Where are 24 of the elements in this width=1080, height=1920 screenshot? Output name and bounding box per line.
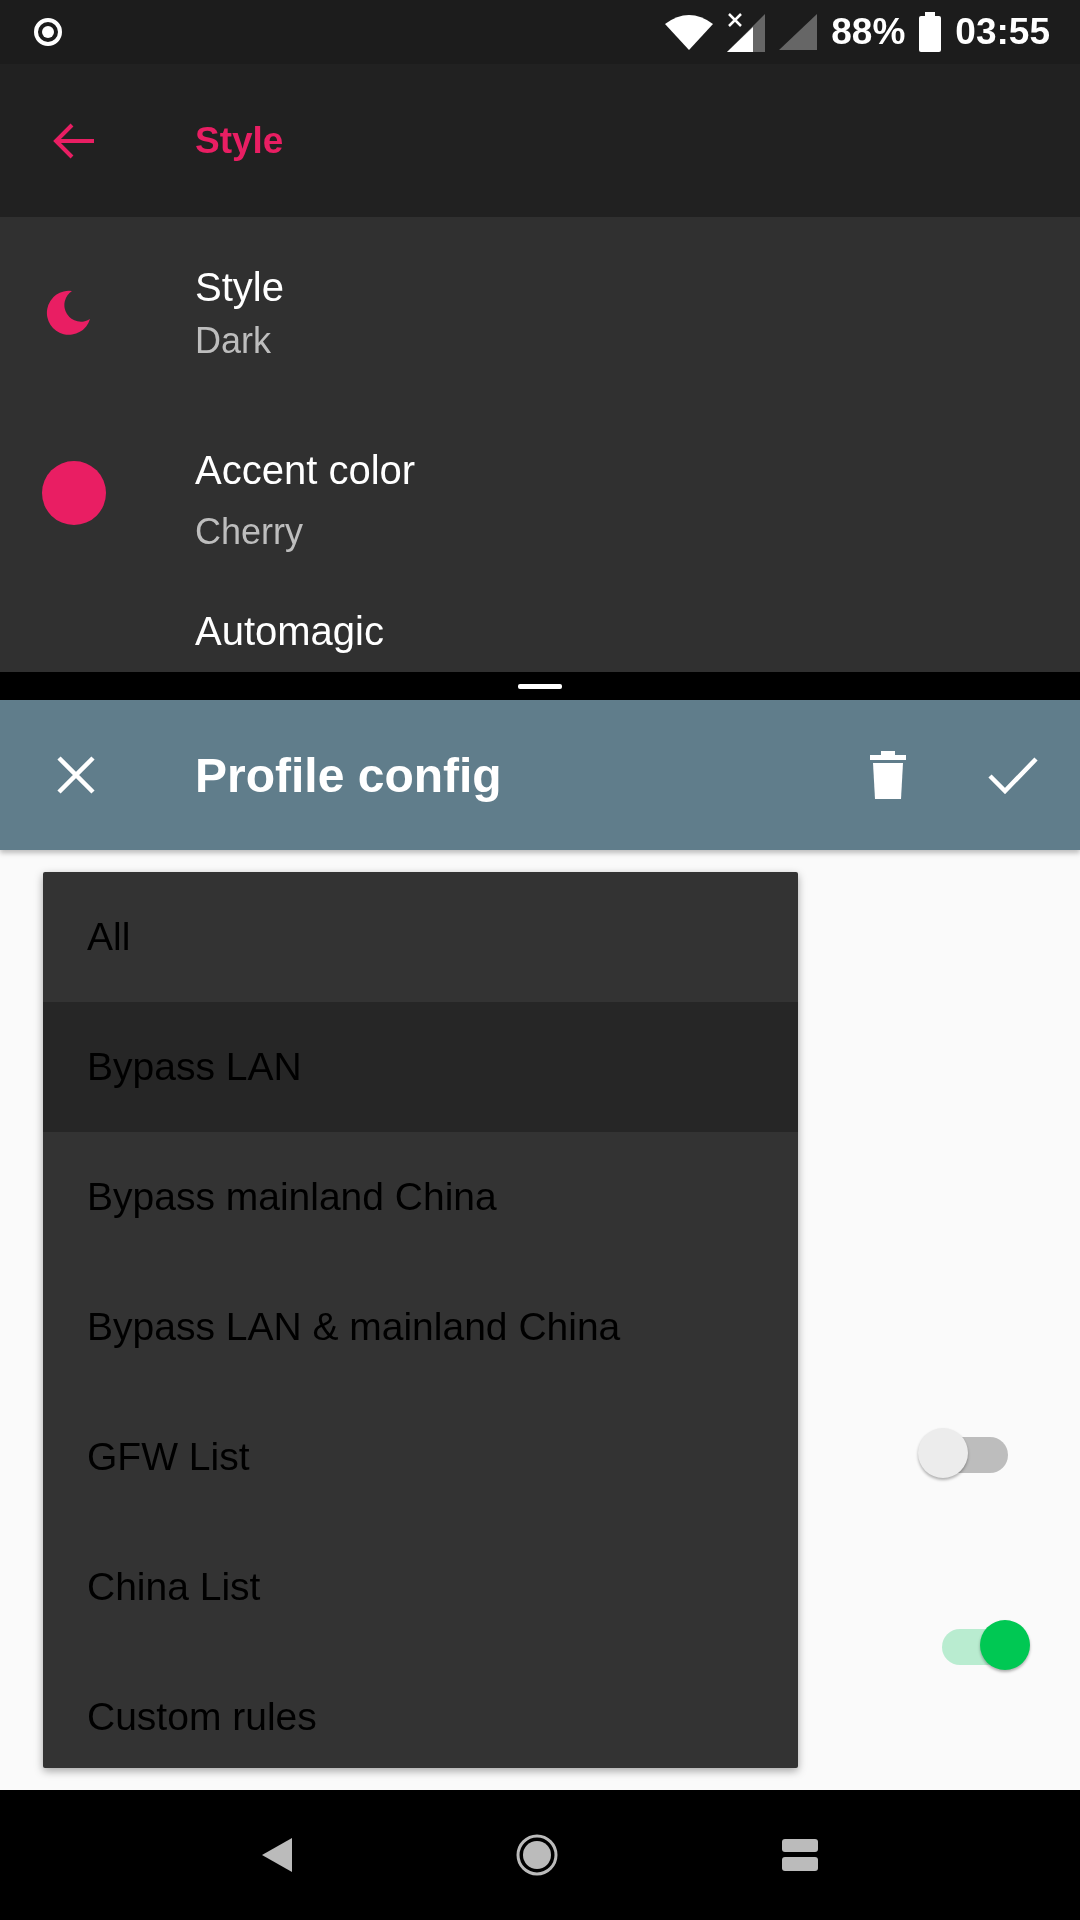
wifi-icon	[665, 14, 714, 50]
setting-title[interactable]: Style	[195, 265, 284, 310]
switch-thumb[interactable]	[918, 1428, 968, 1478]
setting-value: Cherry	[195, 511, 305, 553]
back-icon[interactable]	[262, 1838, 292, 1872]
battery-icon	[919, 12, 942, 52]
signal-icon	[779, 14, 818, 50]
home-icon[interactable]	[516, 1834, 558, 1876]
signal-icon	[727, 12, 766, 52]
battery-percent: 88%	[831, 11, 906, 53]
toolbar-title: Profile config	[195, 747, 503, 803]
color-swatch-icon[interactable]	[42, 461, 106, 525]
setting-value: Dark	[195, 320, 272, 362]
trash-icon[interactable]	[870, 751, 906, 799]
drag-handle[interactable]	[518, 683, 562, 689]
record-icon	[32, 16, 64, 48]
close-icon[interactable]	[56, 755, 96, 795]
clock: 03:55	[955, 11, 1050, 53]
switch-thumb[interactable]	[980, 1620, 1030, 1670]
recents-icon[interactable]	[782, 1839, 818, 1871]
check-icon[interactable]	[988, 756, 1038, 794]
setting-title[interactable]: Automagic	[195, 609, 384, 654]
toolbar-title: Style	[195, 119, 284, 162]
setting-title[interactable]: Accent color	[195, 448, 416, 493]
